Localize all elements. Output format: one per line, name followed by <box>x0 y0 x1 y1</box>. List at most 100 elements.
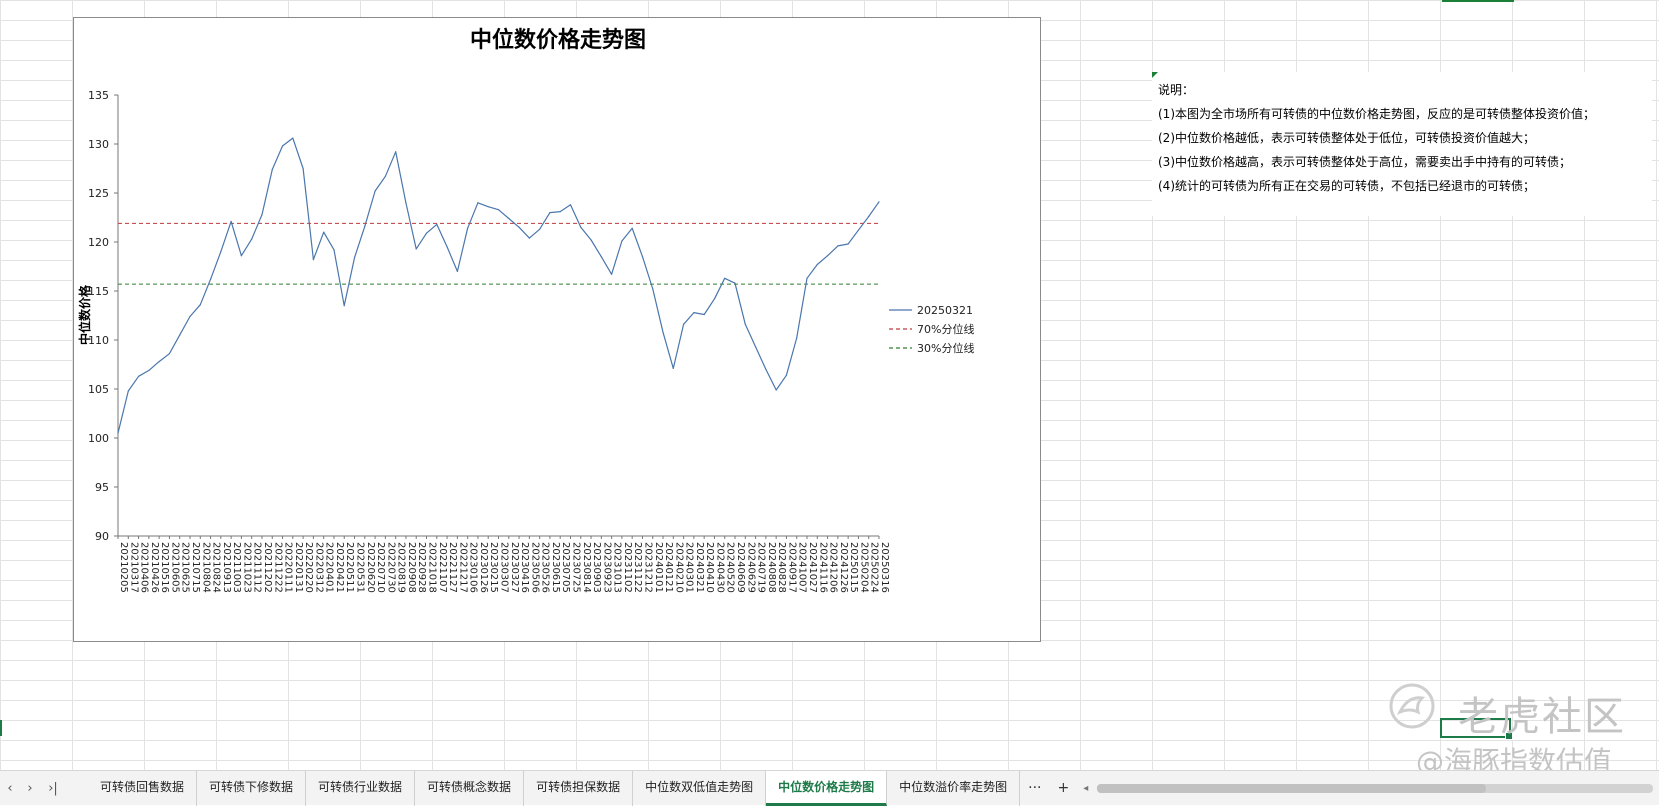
series-line-group <box>117 137 880 434</box>
data-point <box>158 361 160 363</box>
data-point <box>549 212 551 214</box>
x-tick-label: 20211023 <box>241 542 252 593</box>
data-point <box>765 368 767 370</box>
x-tick-label: 20210605 <box>169 542 180 593</box>
x-tick-label: 20220620 <box>365 542 376 593</box>
x-tick-label: 20220131 <box>293 542 304 593</box>
x-tick-label: 20221217 <box>457 542 468 593</box>
tab-median-price-chart[interactable]: 中位数价格走势图 <box>766 770 888 806</box>
data-point <box>827 255 829 257</box>
x-tick-label: 20210317 <box>128 542 139 593</box>
data-point <box>487 206 489 208</box>
x-tick-label: 20240321 <box>694 542 705 593</box>
x-tick-label: 20240808 <box>766 542 777 593</box>
x-tick-label: 20240719 <box>756 542 767 593</box>
x-tick-label: 20230725 <box>570 542 581 593</box>
x-tick-label: 20231122 <box>632 542 643 593</box>
fill-handle[interactable] <box>1505 732 1513 740</box>
data-point <box>353 257 356 259</box>
note-line-4: (4)统计的可转债为所有正在交易的可转债，不包括已经退市的可转债； <box>1158 179 1536 193</box>
x-tick-label: 20230526 <box>540 542 551 593</box>
data-point <box>631 227 633 229</box>
data-point <box>837 245 839 247</box>
x-tick-label: 20220710 <box>375 542 386 593</box>
x-tick-label: 20240210 <box>673 542 684 593</box>
y-tick-label: 135 <box>88 89 109 102</box>
note-line-2: (2)中位数价格越低，表示可转债整体处于低位，可转债投资价值越大； <box>1158 131 1536 145</box>
x-tick-label: 20241007 <box>797 542 808 593</box>
data-point <box>302 167 304 170</box>
selected-cell[interactable] <box>1440 718 1513 740</box>
y-tick-label: 90 <box>95 530 109 543</box>
x-tick-label: 20211202 <box>262 542 273 593</box>
data-point <box>271 168 273 171</box>
data-point <box>652 288 654 290</box>
chart-object[interactable]: 中位数价格走势图 中位数价格 90 95 100 105 110 115 120 125 130… <box>73 17 1041 642</box>
tab-nav-prev-button[interactable]: ‹ <box>0 781 20 796</box>
series-line-20250321 <box>117 137 880 434</box>
x-tick-label: 20230307 <box>499 542 510 593</box>
scroll-thumb[interactable] <box>1097 783 1487 793</box>
data-point <box>539 228 541 230</box>
data-point <box>724 277 726 279</box>
x-tick-label: 20230327 <box>509 542 520 593</box>
data-point <box>693 312 695 314</box>
x-tick-label: 20250224 <box>869 542 880 593</box>
data-point <box>199 304 201 306</box>
x-tick-label: 20231212 <box>642 542 653 593</box>
data-point <box>662 331 664 333</box>
tab-nav-next-button[interactable]: › <box>20 781 40 796</box>
x-tick-label: 20230615 <box>550 542 561 593</box>
data-point <box>425 232 428 234</box>
tab-nav-last-button[interactable]: ›| <box>40 781 66 796</box>
tab-putback-data[interactable]: 可转债回售数据 <box>88 770 198 806</box>
scroll-left-arrow-icon[interactable]: ◂ <box>1083 783 1097 794</box>
x-tick-label: 20220312 <box>313 542 324 593</box>
x-tick-label: 20210406 <box>139 542 150 593</box>
x-tick-label: 20220730 <box>385 542 396 593</box>
scroll-track[interactable] <box>1097 783 1653 793</box>
x-tick-label: 20230506 <box>529 542 540 593</box>
x-tick-label: 20220401 <box>324 542 335 593</box>
x-tick-label: 20240430 <box>714 542 725 593</box>
x-tick-label: 20240121 <box>663 542 674 593</box>
x-tick-label: 20220928 <box>416 542 427 593</box>
more-tabs-button[interactable]: ··· <box>1020 780 1049 796</box>
x-tick-label: 20250316 <box>879 542 890 593</box>
data-point <box>138 375 140 377</box>
horizontal-scrollbar[interactable]: ◂ <box>1077 771 1659 806</box>
data-point <box>323 231 325 233</box>
x-tick-label: 20241027 <box>807 542 818 593</box>
sheet-tab-bar: ‹ › ›| 可转债回售数据 可转债下修数据 可转债行业数据 可转债概念数据 可… <box>0 770 1659 806</box>
data-point <box>477 202 479 204</box>
tab-concept-data[interactable]: 可转债概念数据 <box>415 770 525 806</box>
legend-entry: 20250321 <box>917 304 973 317</box>
add-sheet-button[interactable]: + <box>1049 780 1077 796</box>
tab-median-double-low-chart[interactable]: 中位数双低值走势图 <box>633 770 767 806</box>
x-tick-label: 20220908 <box>406 542 417 593</box>
data-point <box>210 278 212 280</box>
data-point <box>148 369 150 371</box>
data-point <box>281 145 284 147</box>
tab-downward-revision-data[interactable]: 可转债下修数据 <box>197 770 307 806</box>
data-point <box>528 237 530 239</box>
x-tick-label: 20221018 <box>427 542 438 593</box>
price-chart: 中位数价格走势图 中位数价格 9095100105110115120125130… <box>77 27 974 593</box>
y-tick-label: 115 <box>88 285 109 298</box>
y-tick-label: 100 <box>88 432 109 445</box>
data-point <box>672 367 674 369</box>
tab-median-premium-chart[interactable]: 中位数溢价率走势图 <box>887 770 1021 806</box>
tab-guarantee-data[interactable]: 可转债担保数据 <box>524 770 634 806</box>
data-point <box>436 223 438 225</box>
x-tick-label: 20210625 <box>180 542 191 593</box>
tab-industry-data[interactable]: 可转债行业数据 <box>306 770 416 806</box>
x-tick-label: 20240609 <box>735 542 746 593</box>
x-tick-label: 20240410 <box>704 542 715 593</box>
data-point <box>189 315 191 318</box>
data-point <box>559 211 561 213</box>
selected-row-indicator <box>0 720 2 736</box>
chart-title: 中位数价格走势图 <box>470 27 646 53</box>
x-tick-label: 20211112 <box>252 542 263 593</box>
notes-box: 说明： (1)本图为全市场所有可转债的中位数价格走势图，反应的是可转债整体投资价… <box>1152 72 1652 216</box>
data-point <box>395 151 397 153</box>
